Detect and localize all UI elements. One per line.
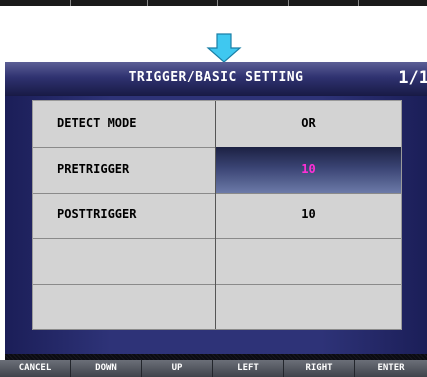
settings-table: DETECT MODE OR PRETRIGGER 10 POSTTRIGGER…	[32, 100, 402, 330]
setting-value[interactable]	[216, 238, 401, 284]
setting-label	[33, 238, 215, 284]
right-button[interactable]: RIGHT	[284, 360, 355, 377]
left-button[interactable]: LEFT	[213, 360, 284, 377]
setting-value[interactable]: OR	[216, 101, 401, 147]
softkey-bar: CANCEL DOWN UP LEFT RIGHT ENTER	[0, 360, 427, 377]
setting-value[interactable]	[216, 284, 401, 330]
setting-row-pretrigger[interactable]: PRETRIGGER 10	[33, 147, 401, 194]
screen-title: TRIGGER/BASIC SETTING	[128, 70, 304, 85]
down-button[interactable]: DOWN	[71, 360, 142, 377]
cancel-button[interactable]: CANCEL	[0, 360, 71, 377]
down-arrow-icon	[206, 33, 242, 63]
title-bar: TRIGGER/BASIC SETTING 1/1	[5, 62, 427, 96]
setting-row-detect-mode[interactable]: DETECT MODE OR	[33, 101, 401, 148]
enter-button[interactable]: ENTER	[355, 360, 427, 377]
setting-row-posttrigger[interactable]: POSTTRIGGER 10	[33, 192, 401, 239]
setting-value[interactable]: 10	[216, 192, 401, 238]
setting-row-empty[interactable]	[33, 238, 401, 285]
setting-value-selected[interactable]: 10	[216, 147, 401, 193]
column-divider	[215, 101, 216, 329]
setting-label: PRETRIGGER	[57, 162, 130, 176]
setting-row-empty[interactable]	[33, 284, 401, 330]
page-indicator: 1/1	[398, 68, 427, 88]
previous-screen-strip	[0, 0, 427, 6]
setting-label: POSTTRIGGER	[57, 207, 137, 221]
setting-label: DETECT MODE	[57, 116, 137, 130]
setting-label	[33, 284, 215, 330]
up-button[interactable]: UP	[142, 360, 213, 377]
